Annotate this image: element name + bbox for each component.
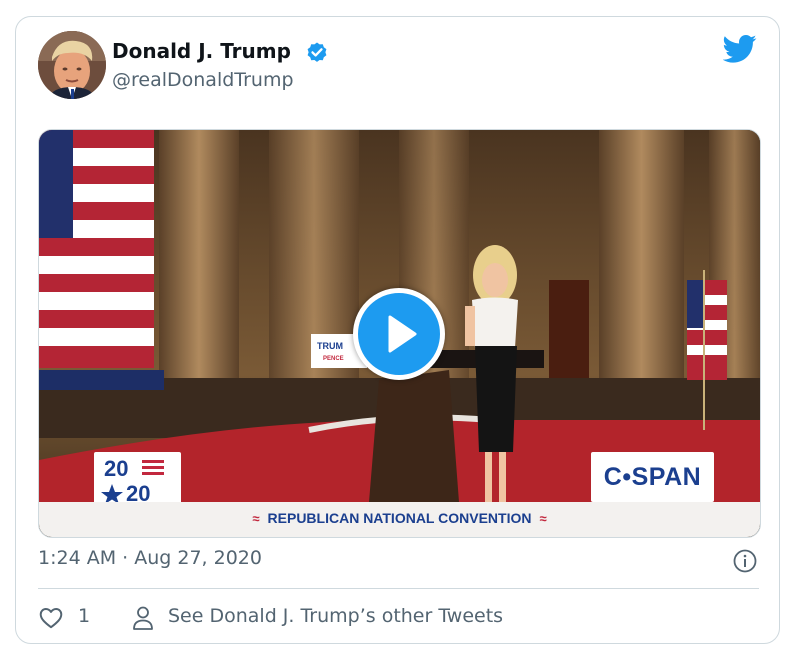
see-other-tweets-label: See Donald J. Trump’s other Tweets bbox=[168, 605, 504, 627]
flag-stripes-icon: ≈ bbox=[252, 511, 260, 526]
tweet-timestamp[interactable]: 1:24 AM · Aug 27, 2020 bbox=[38, 547, 262, 569]
play-button[interactable] bbox=[353, 288, 445, 380]
author-handle[interactable]: @realDonaldTrump bbox=[112, 69, 294, 91]
tweet-card: Donald J. Trump @realDonaldTrump TRUM PE… bbox=[15, 16, 780, 644]
twitter-bird-icon[interactable] bbox=[723, 34, 757, 64]
heart-icon bbox=[39, 608, 63, 629]
avatar-portrait bbox=[38, 31, 106, 99]
star-icon bbox=[101, 484, 123, 504]
flag-stripes-icon: ≈ bbox=[539, 511, 547, 526]
podium-sign-line2: PENCE bbox=[323, 356, 344, 362]
divider bbox=[38, 588, 759, 589]
cspan-logo: C•SPAN bbox=[591, 452, 714, 502]
person-icon bbox=[133, 606, 153, 630]
avatar[interactable] bbox=[38, 31, 106, 99]
author-name[interactable]: Donald J. Trump bbox=[112, 39, 291, 63]
like-count: 1 bbox=[78, 605, 91, 627]
logo-top-digits: 20 bbox=[104, 456, 128, 481]
play-icon bbox=[388, 315, 417, 353]
podium-sign-line1: TRUM bbox=[317, 341, 343, 351]
lower-third-banner: ≈ REPUBLICAN NATIONAL CONVENTION ≈ bbox=[39, 502, 760, 537]
lower-third-text: REPUBLICAN NATIONAL CONVENTION bbox=[267, 510, 532, 526]
logo-bottom-digits: 20 bbox=[126, 481, 150, 504]
rnc-2020-logo: 20 20 bbox=[94, 452, 181, 506]
verified-badge-icon bbox=[307, 42, 327, 62]
info-icon[interactable] bbox=[733, 549, 757, 573]
video-media[interactable]: TRUM PENCE 20 20 C•SPAN ≈ REPUBLICAN NATI… bbox=[38, 129, 761, 538]
